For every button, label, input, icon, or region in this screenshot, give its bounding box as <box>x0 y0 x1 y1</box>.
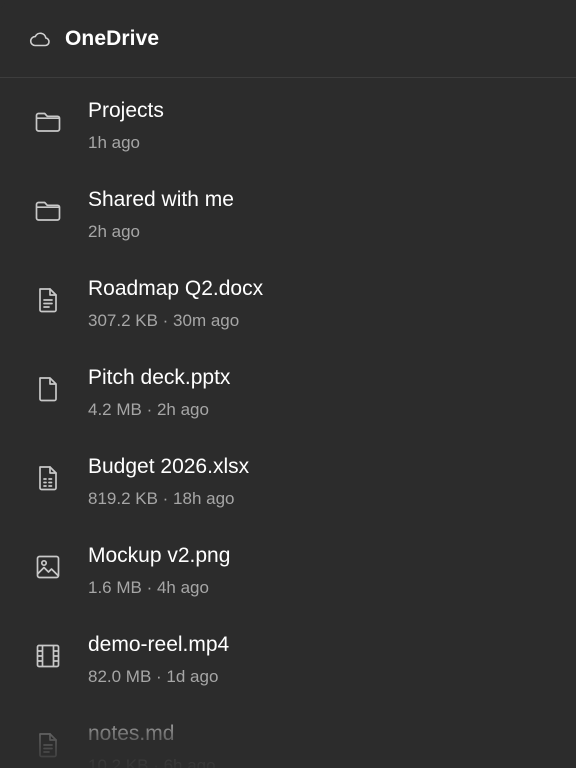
spreadsheet-icon <box>33 463 63 493</box>
document-icon <box>33 285 63 315</box>
list-item-roadmap-docx[interactable]: Roadmap Q2.docx 307.2 KB · 30m ago <box>0 257 576 346</box>
list-item-pitch-deck[interactable]: Pitch deck.pptx 4.2 MB · 2h ago <box>0 346 576 435</box>
video-icon <box>33 641 63 671</box>
item-name: Pitch deck.pptx <box>88 366 231 389</box>
item-meta: 1h ago <box>88 133 140 152</box>
item-name: Roadmap Q2.docx <box>88 277 264 300</box>
folder-icon <box>33 107 63 137</box>
file-icon <box>33 374 63 404</box>
image-icon <box>33 552 63 582</box>
item-meta: 2h ago <box>88 222 140 241</box>
item-name: Budget 2026.xlsx <box>88 455 250 478</box>
panel-title: OneDrive <box>65 26 160 50</box>
document-icon <box>33 730 63 760</box>
item-meta: 1.6 MB · 4h ago <box>88 578 209 597</box>
list-item-shared-with-me[interactable]: Shared with me 2h ago <box>0 168 576 257</box>
item-name: demo-reel.mp4 <box>88 633 230 656</box>
item-name: notes.md <box>88 722 175 745</box>
list-item-notes-md[interactable]: notes.md 10.2 KB · 6h ago <box>0 702 576 768</box>
list-item-budget-xlsx[interactable]: Budget 2026.xlsx 819.2 KB · 18h ago <box>0 435 576 524</box>
item-name: Shared with me <box>88 188 234 211</box>
item-meta: 4.2 MB · 2h ago <box>88 400 209 419</box>
folder-icon <box>33 196 63 226</box>
panel-header: OneDrive <box>0 0 576 78</box>
list-item-demo-reel[interactable]: demo-reel.mp4 82.0 MB · 1d ago <box>0 613 576 702</box>
item-meta: 819.2 KB · 18h ago <box>88 489 235 508</box>
onedrive-panel: OneDrive Projects 1h ago Shared with me … <box>0 0 576 768</box>
cloud-icon <box>28 27 52 51</box>
item-meta: 82.0 MB · 1d ago <box>88 667 219 686</box>
item-name: Mockup v2.png <box>88 544 231 567</box>
item-meta: 10.2 KB · 6h ago <box>88 756 216 768</box>
item-name: Projects <box>88 99 164 122</box>
file-list: Projects 1h ago Shared with me 2h ago Ro… <box>0 79 576 768</box>
item-meta: 307.2 KB · 30m ago <box>88 311 240 330</box>
list-item-mockup-png[interactable]: Mockup v2.png 1.6 MB · 4h ago <box>0 524 576 613</box>
list-item-projects[interactable]: Projects 1h ago <box>0 79 576 168</box>
